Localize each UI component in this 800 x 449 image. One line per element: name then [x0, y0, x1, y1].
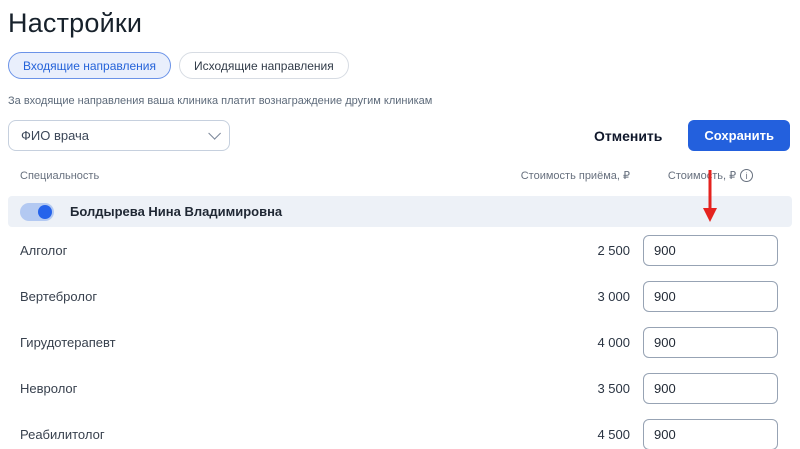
- doctor-select-value: ФИО врача: [21, 128, 90, 143]
- doctor-select[interactable]: ФИО врача: [8, 120, 230, 151]
- appointment-cost-value: 2 500: [597, 242, 630, 258]
- direction-tabs: Входящие направления Исходящие направлен…: [0, 39, 800, 79]
- doctor-enabled-toggle[interactable]: [20, 202, 54, 221]
- table-header: Специальность Стоимость приёма, ₽ Стоимо…: [0, 151, 800, 182]
- column-header-appointment-cost: Стоимость приёма, ₽: [520, 170, 630, 182]
- cost-input[interactable]: [643, 372, 778, 404]
- page-title: Настройки: [8, 8, 143, 38]
- column-header-cost-label: Стоимость, ₽: [667, 170, 737, 182]
- cost-input[interactable]: [643, 326, 778, 358]
- appointment-cost-value: 3 500: [597, 380, 630, 396]
- doctor-name: Болдырева Нина Владимировна: [70, 204, 283, 219]
- specialty-label: Алголог: [20, 242, 68, 258]
- controls-row: ФИО врача Отменить Сохранить: [0, 107, 800, 151]
- column-header-specialty: Специальность: [20, 169, 100, 182]
- doctor-row: Болдырева Нина Владимировна: [8, 196, 792, 227]
- tab-incoming-label: Входящие направления: [23, 58, 156, 73]
- specialty-label: Гирудотерапевт: [20, 334, 116, 350]
- appointment-cost-value: 3 000: [597, 288, 630, 304]
- cost-input[interactable]: [643, 418, 778, 449]
- tab-outgoing-directions[interactable]: Исходящие направления: [178, 52, 349, 79]
- tab-incoming-directions[interactable]: Входящие направления: [8, 52, 171, 79]
- specialty-label: Вертебролог: [20, 288, 98, 304]
- table-row: Вертебролог 3 000: [0, 273, 800, 319]
- specialty-label: Невролог: [20, 380, 78, 396]
- save-button[interactable]: Сохранить: [688, 120, 790, 151]
- appointment-cost-value: 4 000: [597, 334, 630, 350]
- table-row: Алголог 2 500: [0, 227, 800, 273]
- cost-input[interactable]: [643, 280, 778, 312]
- column-header-cost: Стоимость, ₽ i: [643, 169, 778, 182]
- info-icon[interactable]: i: [740, 169, 754, 182]
- cancel-button[interactable]: Отменить: [594, 128, 662, 144]
- appointment-cost-value: 4 500: [597, 426, 630, 442]
- toggle-knob: [38, 204, 52, 219]
- chevron-down-icon: [208, 127, 221, 140]
- page-description: За входящие направления ваша клиника пла…: [8, 95, 433, 107]
- table-row: Невролог 3 500: [0, 365, 800, 411]
- table-row: Гирудотерапевт 4 000: [0, 319, 800, 365]
- table-row: Реабилитолог 4 500: [0, 411, 800, 449]
- cost-input[interactable]: [643, 234, 778, 266]
- specialty-label: Реабилитолог: [20, 426, 105, 442]
- settings-page: Настройки Входящие направления Исходящие…: [0, 0, 800, 449]
- tab-outgoing-label: Исходящие направления: [193, 58, 334, 73]
